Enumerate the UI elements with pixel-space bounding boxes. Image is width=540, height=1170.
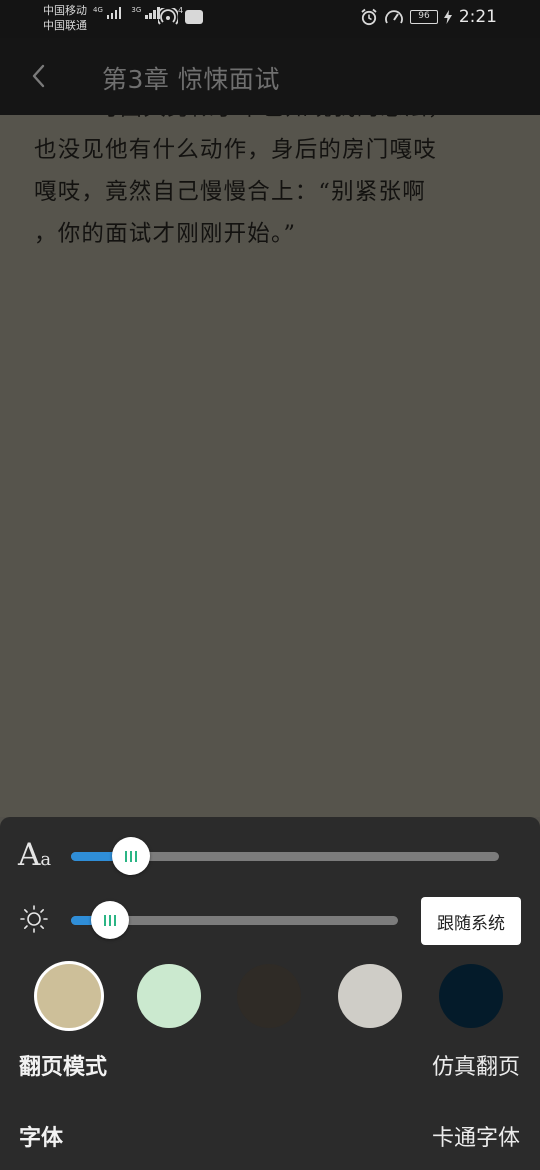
font-value[interactable]: 卡通字体 [432, 1120, 520, 1152]
network-type-2: 3G [131, 6, 142, 14]
battery-icon: 96 [410, 10, 438, 24]
signal-indicators: 4G 3G [93, 6, 160, 19]
font-label: 字体 [19, 1126, 64, 1151]
background-swatch-dark-brown[interactable] [237, 964, 301, 1028]
charging-icon [444, 10, 452, 24]
signal-1-icon [106, 6, 122, 19]
reading-area[interactable]: 可面具男似乎早已知晓我的想法， 也没见他有什么动作，身后的房门嘎吱 嘎吱，竟然自… [0, 115, 540, 817]
speed-icon [385, 10, 403, 24]
reader-settings-panel: Aa 跟随系统 翻页模式 仿真翻页 字体 卡通字体 [0, 817, 540, 1170]
background-swatch-green[interactable] [137, 964, 201, 1028]
brightness-icon [20, 905, 48, 933]
chevron-left-icon [32, 64, 45, 88]
hotspot-count: 4 [178, 6, 184, 15]
alarm-icon [361, 8, 377, 26]
font-size-icon: Aa [18, 837, 52, 873]
carrier-names: 中国移动 中国联通 [43, 3, 87, 33]
text-line-3: ，你的面试才刚刚开始。” [34, 221, 297, 247]
partially-hidden-line: 可面具男似乎早已知晓我的想法， [34, 115, 514, 129]
chapter-title: 第3章 惊悚面试 [102, 65, 280, 94]
background-swatch-navy[interactable] [439, 964, 503, 1028]
brightness-slider-thumb[interactable] [91, 901, 130, 939]
page-mode-label: 翻页模式 [19, 1055, 108, 1080]
font-size-slider-thumb[interactable] [111, 837, 150, 875]
notification-app-icon [185, 10, 203, 24]
status-right-icons: 96 [360, 8, 452, 26]
background-swatch-beige[interactable] [37, 964, 101, 1028]
brightness-slider[interactable] [71, 901, 398, 939]
back-button[interactable] [24, 58, 56, 94]
clock: 2:21 [458, 7, 497, 27]
text-line-2: 嘎吱，竟然自己慢慢合上：“别紧张啊 [34, 179, 426, 205]
background-swatch-light-gray[interactable] [338, 964, 402, 1028]
carrier-2: 中国联通 [43, 19, 87, 32]
carrier-1: 中国移动 [43, 4, 87, 17]
status-bar: 中国移动 中国联通 4G 3G 4 96 2:21 [0, 0, 540, 38]
reader-top-bar: 第3章 惊悚面试 [0, 38, 540, 115]
chapter-text: 可面具男似乎早已知晓我的想法， 也没见他有什么动作，身后的房门嘎吱 嘎吱，竟然自… [34, 115, 514, 255]
text-line-1: 也没见他有什么动作，身后的房门嘎吱 [34, 137, 437, 163]
hotspot-icon [158, 8, 178, 25]
network-type-1: 4G [93, 6, 103, 14]
follow-system-brightness-button[interactable]: 跟随系统 [421, 897, 521, 945]
font-size-slider[interactable] [71, 837, 499, 875]
page-mode-value[interactable]: 仿真翻页 [432, 1049, 520, 1081]
